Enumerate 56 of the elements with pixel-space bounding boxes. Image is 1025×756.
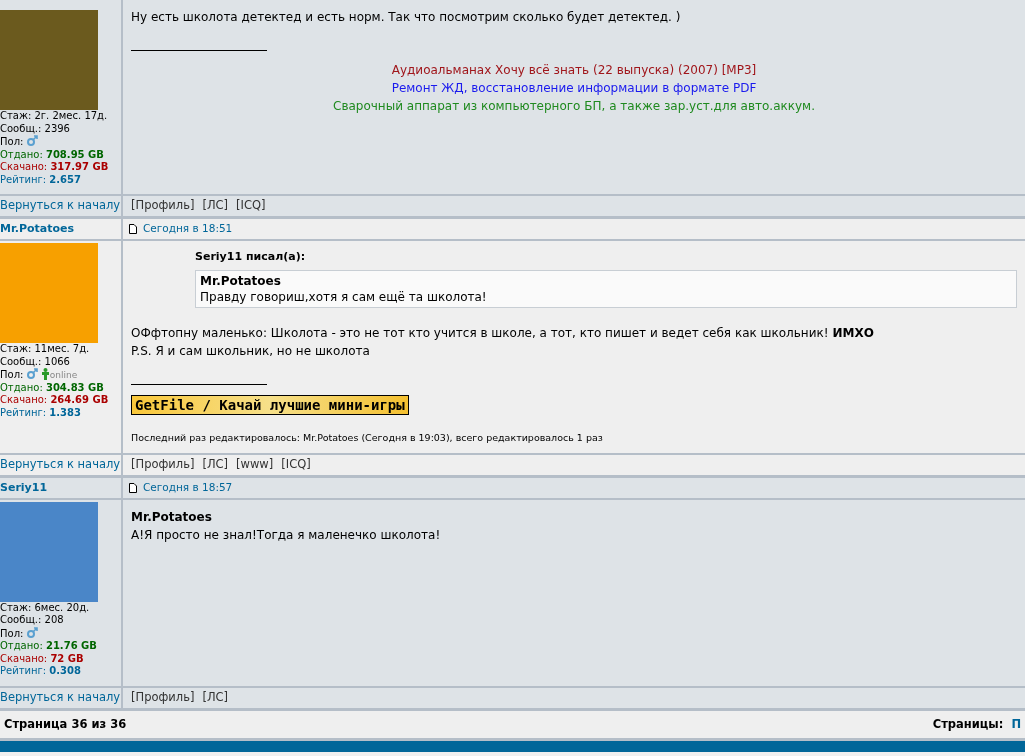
page-info: Страница 36 из 36 (4, 715, 127, 733)
male-sign-icon (26, 626, 38, 638)
username[interactable]: Seriy11 (0, 479, 48, 496)
document-icon (129, 224, 137, 234)
profile-link[interactable]: [ЛС] (202, 456, 229, 474)
post-text: Ну есть школота детектед и есть норм. Так что посмотрим сколько будет детектед. ) (131, 9, 682, 26)
profile-link[interactable]: [Профиль] (131, 197, 195, 215)
profile-link[interactable]: [Профиль] (131, 456, 195, 474)
signature-link[interactable]: Ремонт ЖД, восстановление информации в формате PDF (131, 79, 1017, 97)
signature-link[interactable]: Аудиоальманах Хочу всё знать (22 выпуска) (2007) [MP3] (131, 61, 1017, 79)
profile-link[interactable]: [www] (236, 456, 274, 474)
post-text: P.S. Я и сам школьник, но не школота (131, 342, 371, 360)
user-stat: Скачано: 72 GB (0, 652, 84, 664)
person-icon (40, 368, 50, 380)
gender-label: Пол: (0, 627, 24, 639)
profile-link[interactable]: [ЛС] (202, 689, 229, 707)
user-stat: Сообщ.: 2396 (0, 122, 70, 134)
gender-label: Пол: (0, 369, 24, 380)
male-sign-icon (26, 368, 38, 379)
online-status: online (49, 370, 78, 380)
profile-link[interactable]: [ICQ] (281, 456, 311, 474)
user-stat: Рейтинг: 0.308 (0, 665, 81, 677)
post-date[interactable]: Сегодня в 18:51 (143, 221, 233, 237)
username[interactable]: Mr.Potatoes (0, 220, 75, 238)
quote-author: Seriy11 писал(а): (195, 249, 307, 265)
user-stat: Стаж: 2г. 2мес. 17д. (0, 110, 108, 121)
recipient-name: Mr.Potatoes (131, 508, 213, 526)
edit-note: Последний раз редактировалось: Mr.Potatoes (Сегодня в 19:03), всего редактировалось 1 раз (131, 430, 604, 445)
signature-link[interactable]: Сварочный аппарат из компьютерного БП, а также зар.уст.для авто.аккум. (131, 97, 1017, 115)
user-stat: Сообщ.: 1066 (0, 355, 70, 367)
banner[interactable]: GetFile / Качай лучшие мини-игры (131, 394, 409, 415)
user-stat: Скачано: 317.97 GB (0, 161, 109, 172)
user-stat: Рейтинг: 1.383 (0, 406, 81, 418)
gender-label: Пол: (0, 136, 24, 147)
profile-link[interactable]: [Профиль] (131, 689, 195, 707)
page-link[interactable]: П (1011, 716, 1021, 731)
user-stat: Отдано: 21.76 GB (0, 640, 97, 652)
profile-link[interactable]: [ЛС] (202, 197, 229, 215)
post-text: А!Я просто не знал!Тогда я маленечко школота! (131, 526, 442, 544)
document-icon (129, 482, 137, 493)
pages-label: Страницы: (932, 716, 1004, 731)
post-text: ОФфтопну маленько: Школота - это не тот кто учится в школе, а тот, кто пишет и ведет себя как школьник! ИМХО (131, 324, 875, 342)
quote-box: Mr.Potatoes Правду говориш,хотя я сам ещё та школота! (195, 269, 1017, 308)
user-stat: Отдано: 304.83 GB (0, 381, 104, 393)
user-stat: Рейтинг: 2.657 (0, 173, 81, 185)
profile-link[interactable]: [ICQ] (236, 197, 266, 215)
user-stat: Сообщ.: 208 (0, 614, 64, 626)
user-stat: Отдано: 708.95 GB (0, 148, 104, 160)
post-date[interactable]: Сегодня в 18:57 (143, 479, 233, 496)
user-stat: Скачано: 264.69 GB (0, 394, 109, 405)
user-stat: Стаж: 11мес. 7д. (0, 343, 90, 354)
back-to-top-link[interactable]: Вернуться к началу (0, 689, 121, 707)
male-sign-icon (26, 135, 38, 146)
back-to-top-link[interactable]: Вернуться к началу (0, 197, 121, 215)
user-stat: Стаж: 6мес. 20д. (0, 601, 90, 613)
back-to-top-link[interactable]: Вернуться к началу (0, 456, 121, 474)
